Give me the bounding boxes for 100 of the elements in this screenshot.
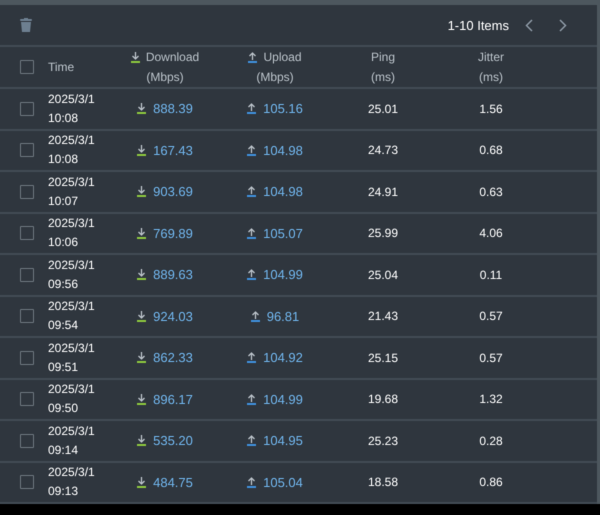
upload-icon (247, 394, 256, 405)
column-unit: (Mbps) (256, 70, 294, 84)
time-text: 09:50 (48, 402, 80, 416)
pagination-text: 1-10 Items (448, 18, 509, 32)
row-checkbox[interactable] (20, 350, 34, 365)
upload-icon (247, 352, 256, 364)
ping-value: 24.73 (366, 143, 400, 158)
chevron-right-icon[interactable] (559, 18, 567, 32)
ping-value: 24.91 (366, 184, 400, 199)
upload-value: 105.16 (263, 101, 303, 116)
column-unit: (Mbps) (146, 70, 184, 84)
column-unit: (ms) (371, 70, 395, 84)
time-text: 10:08 (48, 112, 80, 125)
row-checkbox[interactable] (20, 392, 34, 406)
jitter-value: 0.63 (478, 184, 504, 199)
download-value: 769.89 (153, 226, 193, 241)
download-value: 924.03 (153, 308, 193, 324)
row-checkbox[interactable] (20, 268, 34, 282)
upload-value: 96.81 (266, 308, 300, 324)
trash-icon[interactable] (20, 18, 32, 32)
upload-icon (247, 435, 256, 446)
download-value: 862.33 (153, 350, 193, 366)
download-icon (130, 52, 140, 62)
row-checkbox[interactable] (20, 226, 34, 240)
download-icon (137, 435, 146, 446)
select-all-checkbox[interactable] (20, 60, 34, 74)
date-text: 2025/3/1 (48, 134, 96, 148)
time-text: 09:56 (48, 278, 80, 291)
chevron-left-icon[interactable] (525, 18, 533, 32)
time-text: 09:13 (48, 485, 80, 498)
time-text: 09:54 (48, 319, 80, 332)
upload-icon (247, 476, 256, 488)
download-icon (137, 103, 146, 114)
date-text: 2025/3/1 (48, 176, 96, 189)
date-text: 2025/3/1 (48, 466, 96, 480)
column-unit: (ms) (479, 70, 503, 84)
date-text: 2025/3/1 (48, 217, 96, 230)
download-icon (137, 394, 146, 405)
jitter-value: 1.32 (478, 392, 504, 406)
row-checkbox[interactable] (20, 434, 34, 448)
ping-value: 18.58 (366, 475, 400, 490)
jitter-value: 0.57 (478, 350, 504, 365)
upload-icon (250, 310, 260, 322)
row-checkbox[interactable] (20, 309, 34, 324)
row-checkbox[interactable] (20, 143, 34, 158)
date-text: 2025/3/1 (48, 258, 96, 272)
download-value: 888.39 (153, 101, 193, 116)
download-value: 484.75 (153, 474, 193, 490)
ping-value: 25.04 (366, 268, 400, 282)
download-value: 535.20 (153, 433, 193, 448)
date-text: 2025/3/1 (48, 424, 96, 438)
download-value: 903.69 (153, 184, 193, 200)
upload-value: 104.98 (263, 142, 303, 158)
download-icon (137, 228, 146, 239)
upload-value: 104.99 (263, 267, 303, 282)
download-icon (137, 269, 146, 280)
date-text: 2025/3/1 (48, 92, 96, 106)
upload-icon (247, 144, 256, 156)
time-text: 09:51 (48, 360, 80, 374)
time-text: 10:07 (48, 194, 80, 208)
column-header: Time (48, 60, 76, 74)
time-text: 09:14 (48, 444, 80, 457)
column-header: Jitter (478, 50, 504, 64)
jitter-value: 1.56 (478, 102, 504, 116)
upload-icon (247, 228, 256, 239)
upload-value: 104.95 (263, 433, 303, 448)
row-checkbox[interactable] (20, 102, 34, 116)
download-value: 889.63 (153, 267, 193, 282)
download-icon (137, 476, 146, 488)
upload-value: 105.04 (263, 474, 303, 490)
upload-icon (247, 269, 256, 280)
time-text: 10:08 (48, 153, 80, 166)
download-icon (137, 144, 146, 156)
jitter-value: 0.86 (478, 475, 504, 490)
download-icon (137, 352, 146, 364)
column-header: Upload (263, 50, 302, 64)
jitter-value: 0.68 (478, 143, 504, 158)
ping-value: 21.43 (366, 309, 400, 324)
row-checkbox[interactable] (20, 184, 34, 199)
column-header: Ping (370, 50, 396, 64)
upload-icon (247, 186, 256, 198)
download-value: 167.43 (153, 142, 193, 158)
time-text: 10:06 (48, 236, 80, 250)
upload-value: 105.07 (263, 226, 303, 241)
upload-value: 104.92 (263, 350, 303, 366)
download-icon (137, 186, 146, 198)
upload-icon (247, 103, 256, 114)
download-value: 896.17 (153, 392, 193, 407)
jitter-value: 0.11 (478, 268, 504, 282)
jitter-value: 4.06 (478, 226, 504, 240)
ping-value: 25.15 (366, 350, 400, 365)
ping-value: 19.68 (366, 392, 400, 406)
upload-value: 104.99 (263, 392, 303, 407)
ping-value: 25.23 (366, 434, 400, 448)
column-header: Download (146, 50, 200, 64)
row-checkbox[interactable] (20, 475, 34, 490)
date-text: 2025/3/1 (48, 383, 96, 396)
date-text: 2025/3/1 (48, 342, 96, 355)
ping-value: 25.01 (366, 102, 400, 116)
date-text: 2025/3/1 (48, 300, 96, 314)
